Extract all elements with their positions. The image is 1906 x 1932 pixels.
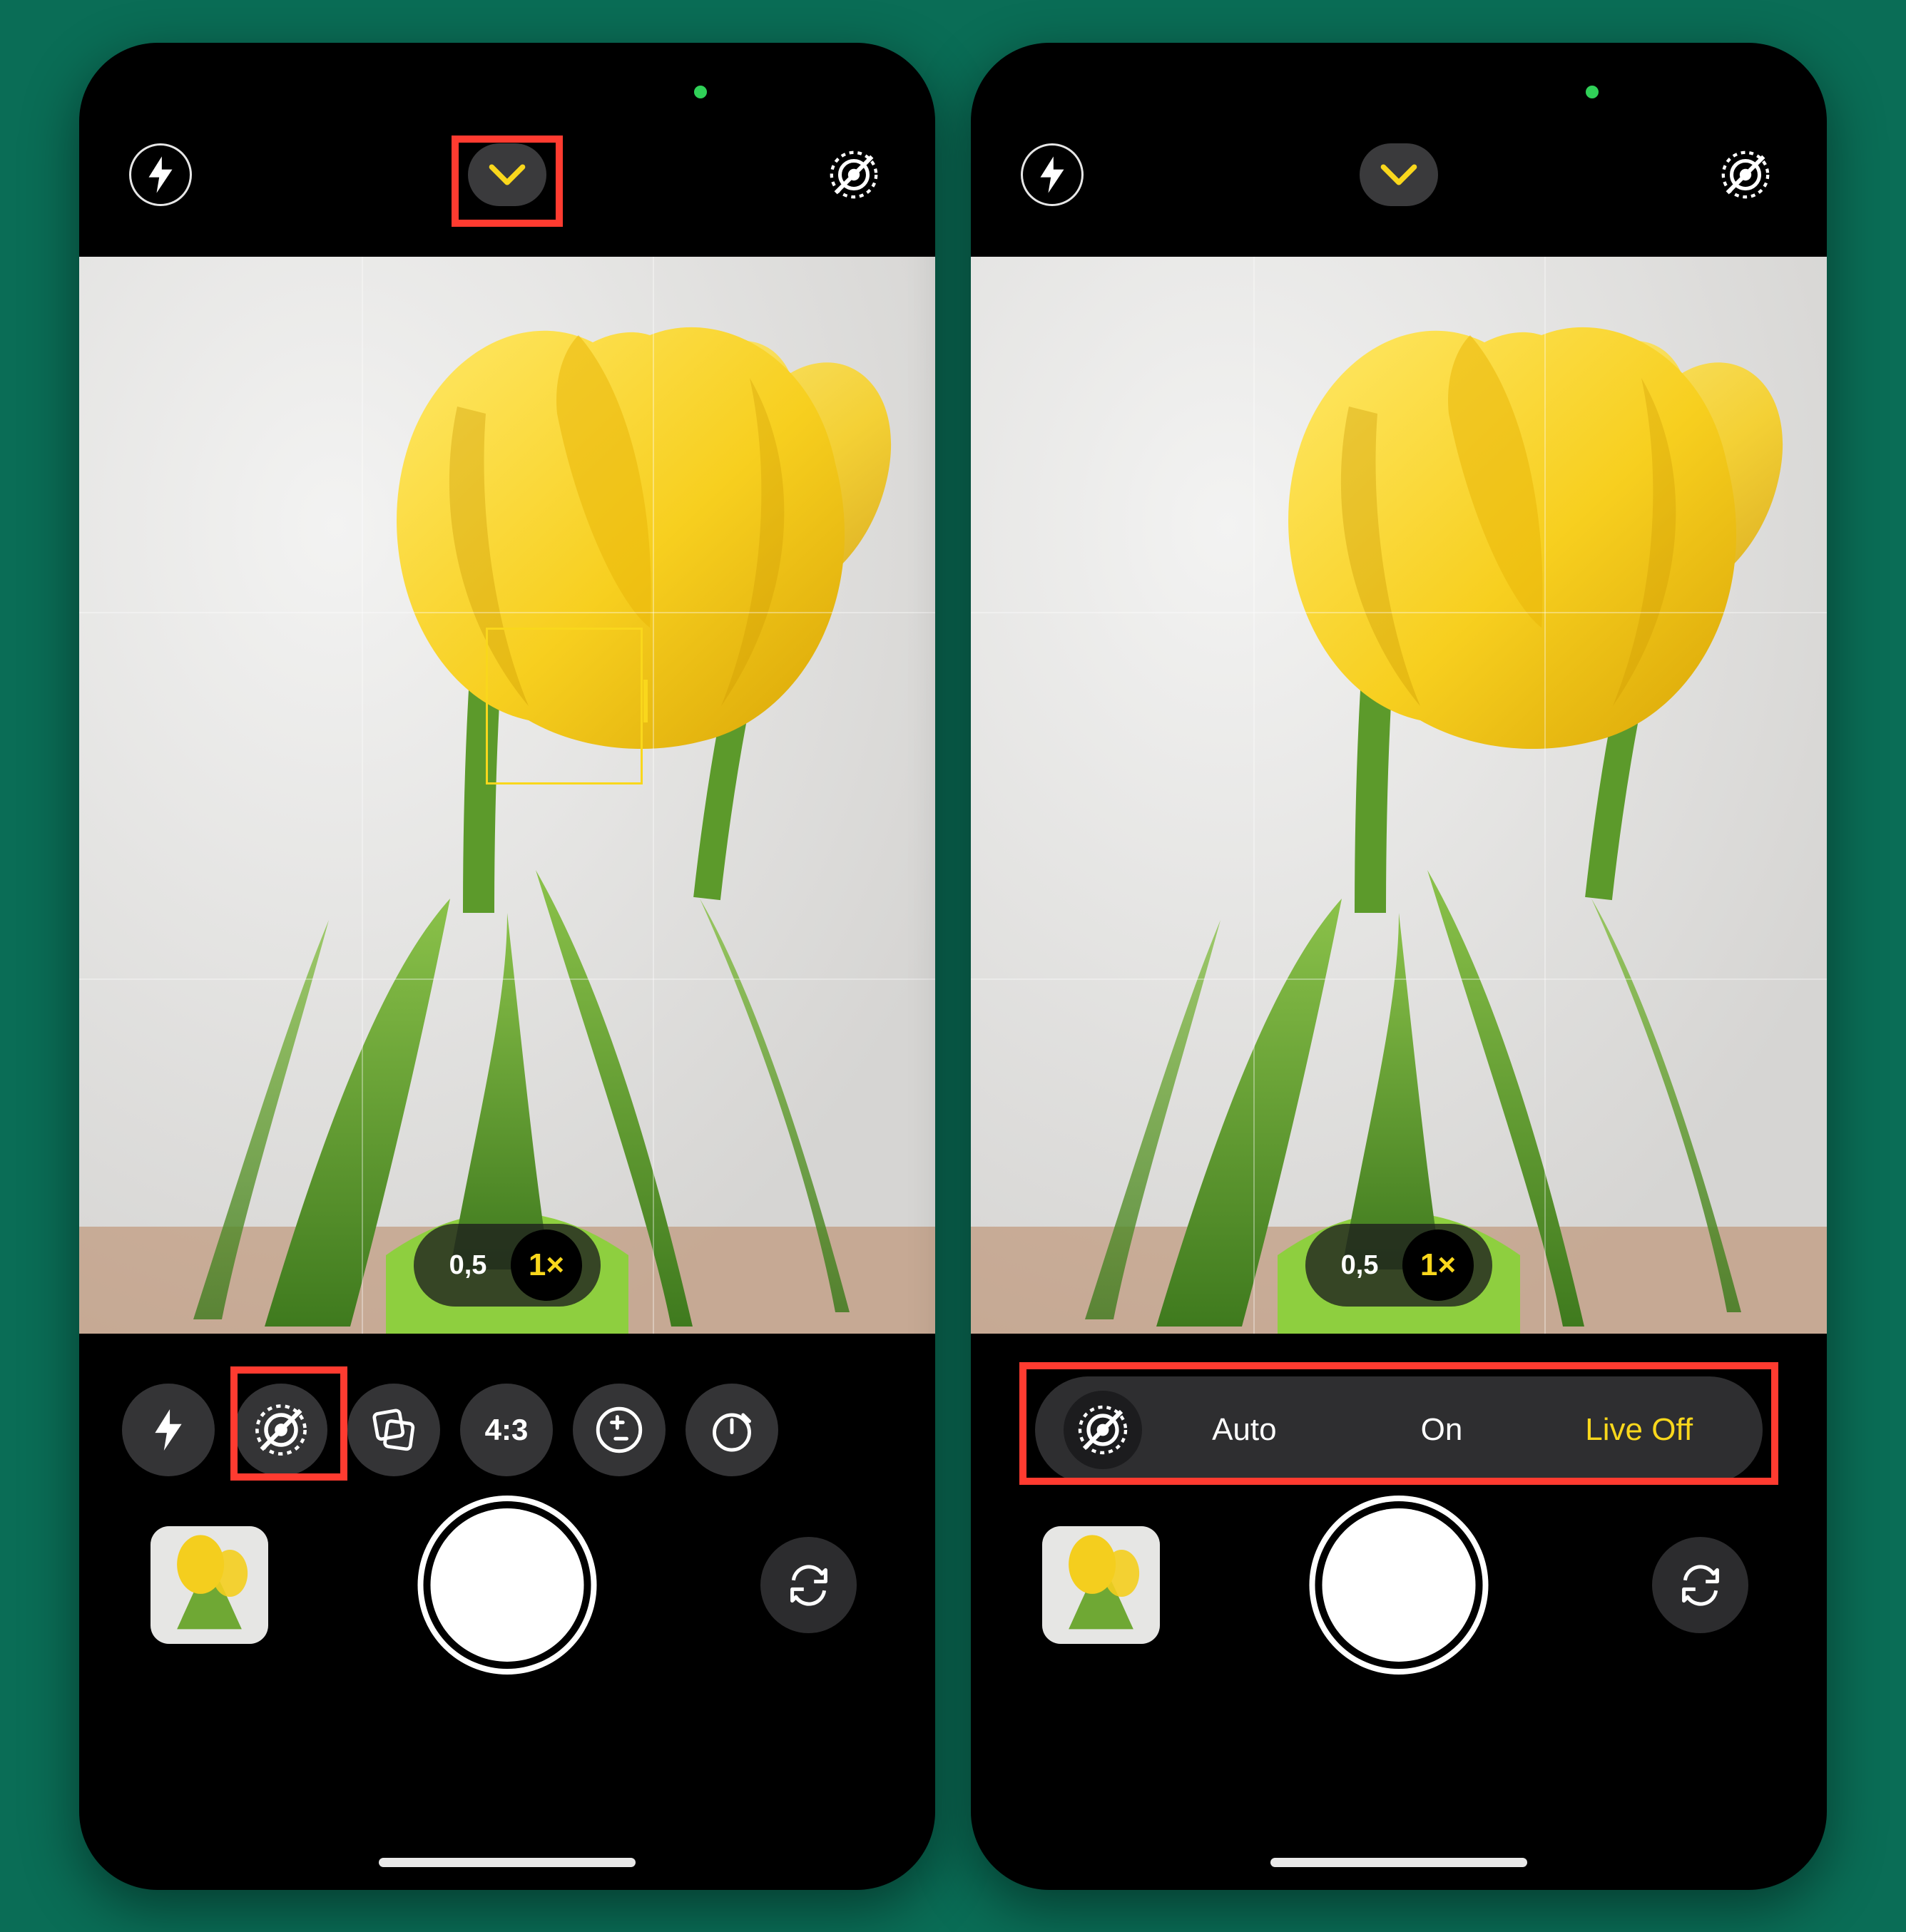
- switch-camera-button[interactable]: [760, 1537, 857, 1633]
- zoom-option-1x[interactable]: 1×: [1402, 1230, 1474, 1301]
- live-photo-off-icon: [826, 147, 882, 203]
- flash-icon: [151, 1409, 186, 1451]
- zoom-option-0-5[interactable]: 0,5: [432, 1230, 504, 1301]
- thumbnail-image: [151, 1526, 268, 1644]
- shutter-button[interactable]: [1323, 1508, 1476, 1662]
- camera-app-left: 0,5 1×: [79, 43, 935, 1890]
- zoom-selector[interactable]: 0,5 1×: [414, 1224, 601, 1307]
- camera-tools-row: 4:3: [122, 1376, 892, 1483]
- camera-active-indicator: [694, 86, 707, 98]
- live-option-off[interactable]: Live Off: [1544, 1412, 1734, 1448]
- flash-toggle-button[interactable]: [129, 143, 192, 206]
- home-indicator[interactable]: [1270, 1858, 1527, 1867]
- flash-icon: [145, 156, 176, 193]
- live-photo-off-icon: [251, 1400, 311, 1460]
- viewfinder-image: [79, 257, 935, 1334]
- live-photo-off-icon: [1718, 147, 1773, 203]
- chevron-down-icon: [489, 163, 526, 187]
- live-photo-button[interactable]: [235, 1384, 327, 1476]
- focus-indicator: [486, 628, 643, 784]
- aspect-ratio-button[interactable]: 4:3: [460, 1384, 553, 1476]
- flash-toggle-button[interactable]: [1021, 143, 1084, 206]
- live-photo-options-row: Auto On Live Off: [1035, 1376, 1763, 1483]
- aspect-ratio-label: 4:3: [485, 1413, 529, 1447]
- timer-button[interactable]: [686, 1384, 778, 1476]
- screenshot-pair: 0,5 1×: [0, 0, 1906, 1932]
- exposure-button[interactable]: [573, 1384, 666, 1476]
- last-photo-thumbnail[interactable]: [1042, 1526, 1160, 1644]
- thumbnail-image: [1042, 1526, 1160, 1644]
- camera-app-right: 0,5 1× Auto On Live Off: [971, 43, 1827, 1890]
- chevron-down-icon: [1380, 163, 1417, 187]
- top-toolbar: [971, 128, 1827, 221]
- flash-icon: [1036, 156, 1068, 193]
- styles-icon: [368, 1404, 419, 1456]
- switch-camera-icon: [783, 1560, 835, 1611]
- timer-icon: [707, 1405, 757, 1455]
- camera-active-indicator: [1586, 86, 1599, 98]
- home-indicator[interactable]: [379, 1858, 636, 1867]
- plus-minus-icon: [594, 1405, 644, 1455]
- viewfinder-image: [971, 257, 1827, 1334]
- expand-controls-button[interactable]: [468, 143, 546, 206]
- expand-controls-button[interactable]: [1360, 143, 1438, 206]
- top-toolbar: [79, 128, 935, 221]
- zoom-selector[interactable]: 0,5 1×: [1305, 1224, 1492, 1307]
- dynamic-island: [389, 74, 625, 131]
- dynamic-island: [1281, 74, 1517, 131]
- live-option-on[interactable]: On: [1347, 1412, 1537, 1448]
- live-photo-toggle-button[interactable]: [1714, 143, 1777, 206]
- shutter-button[interactable]: [431, 1508, 584, 1662]
- live-photo-options-icon[interactable]: [1064, 1391, 1142, 1469]
- switch-camera-icon: [1675, 1560, 1726, 1611]
- last-photo-thumbnail[interactable]: [151, 1526, 268, 1644]
- flash-button[interactable]: [122, 1384, 215, 1476]
- camera-viewfinder[interactable]: 0,5 1×: [79, 257, 935, 1334]
- zoom-option-1x[interactable]: 1×: [511, 1230, 582, 1301]
- zoom-option-0-5[interactable]: 0,5: [1324, 1230, 1395, 1301]
- live-photo-toggle-button[interactable]: [822, 143, 885, 206]
- switch-camera-button[interactable]: [1652, 1537, 1748, 1633]
- camera-viewfinder[interactable]: 0,5 1×: [971, 257, 1827, 1334]
- live-option-auto[interactable]: Auto: [1149, 1412, 1340, 1448]
- photographic-styles-button[interactable]: [347, 1384, 440, 1476]
- live-photo-off-icon: [1074, 1401, 1131, 1458]
